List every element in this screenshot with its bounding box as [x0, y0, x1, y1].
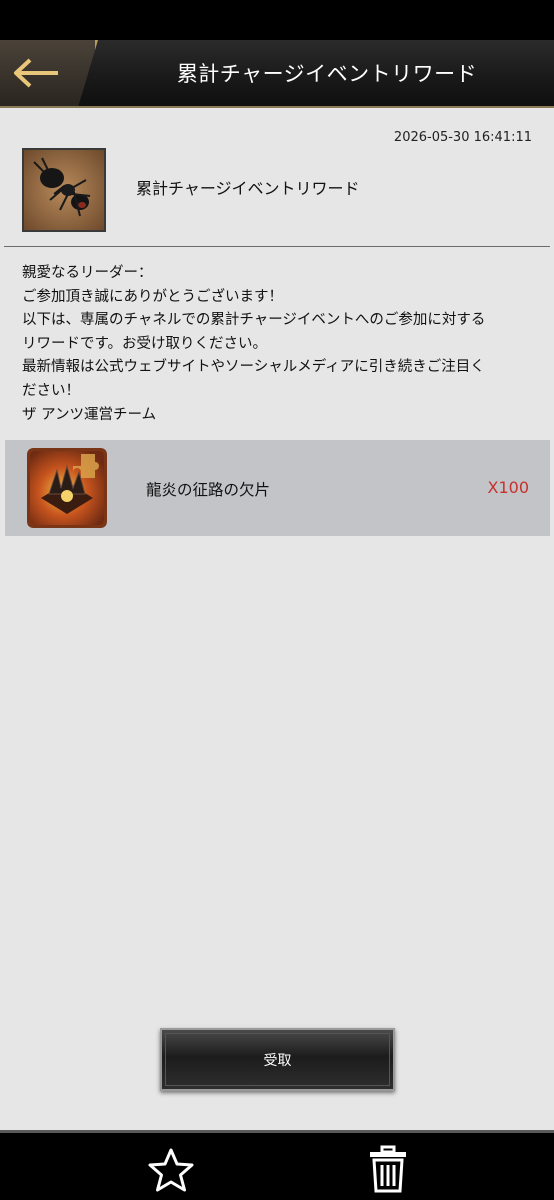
delete-button[interactable]	[368, 1145, 408, 1193]
mail-body: 親愛なるリーダー： ご参加頂き誠にありがとうございます！ 以下は、専属のチャネル…	[22, 262, 537, 427]
body-line: 以下は、専属のチャネルでの累計チャージイベントへのご参加に対する	[22, 312, 486, 329]
header-bar: 累計チャージイベントリワード	[0, 40, 554, 108]
body-line: 親愛なるリーダー：	[22, 265, 153, 281]
body-line: ご参加頂き誠にありがとうございます！	[22, 288, 283, 305]
bottom-toolbar	[0, 1130, 554, 1200]
body-line: ださい！	[22, 382, 80, 399]
status-bar	[0, 0, 554, 40]
reward-name: 龍炎の征路の欠片	[146, 481, 271, 499]
page-title: 累計チャージイベントリワード	[176, 62, 478, 86]
favorite-button[interactable]	[147, 1147, 195, 1193]
reward-item: 龍炎の征路の欠片 X100	[5, 440, 550, 536]
body-line: ザ アンツ運営チーム	[22, 406, 157, 423]
trash-icon	[370, 1145, 406, 1193]
divider	[4, 246, 550, 247]
sender-name: 累計チャージイベントリワード	[136, 179, 360, 198]
arrow-left-icon	[14, 58, 58, 88]
star-icon	[148, 1148, 194, 1192]
body-line: リワードです。お受け取りください。	[22, 335, 268, 352]
claim-button-label: 受取	[263, 1052, 292, 1069]
body-line: 最新情報は公式ウェブサイトやソーシャルメディアに引き続きご注目く	[22, 359, 485, 376]
puzzle-piece-icon	[27, 448, 107, 528]
back-button[interactable]	[0, 40, 98, 106]
claim-button[interactable]: 受取	[160, 1028, 395, 1091]
mail-timestamp: 2026-05-30 16:41:11	[393, 130, 532, 145]
reward-quantity: X100	[487, 478, 530, 497]
ant-icon	[22, 148, 106, 232]
